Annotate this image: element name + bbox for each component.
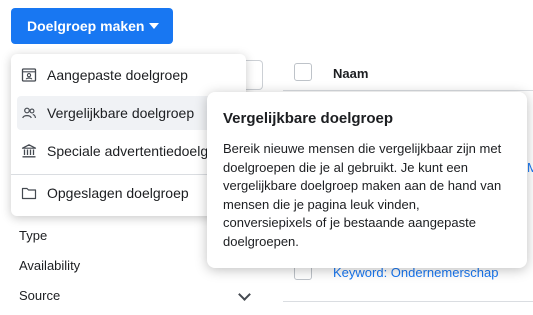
menu-item-custom-audience[interactable]: Aangepaste doelgroep: [11, 58, 246, 92]
institution-icon: [21, 144, 37, 158]
filter-source[interactable]: Source: [19, 288, 60, 303]
table-header-divider: [283, 90, 533, 91]
tooltip-body: Bereik nieuwe mensen die vergelijkbaar z…: [223, 141, 502, 249]
filter-availability[interactable]: Availability: [19, 258, 80, 273]
custom-audience-icon: [21, 68, 37, 82]
select-all-checkbox[interactable]: [294, 63, 312, 81]
people-icon: [22, 107, 36, 119]
menu-item-label: Vergelijkbare doelgroep: [47, 105, 195, 121]
chevron-down-icon[interactable]: [238, 288, 251, 301]
menu-item-label: Aangepaste doelgroep: [47, 67, 188, 83]
caret-down-icon: [149, 23, 159, 29]
create-audience-label: Doelgroep maken: [27, 18, 145, 34]
table-row-link-partial[interactable]: M: [527, 160, 533, 175]
filter-input-edge[interactable]: [244, 60, 263, 90]
table-row-divider: [283, 301, 533, 302]
folder-icon: [21, 187, 37, 200]
menu-item-label: Opgeslagen doelgroep: [47, 185, 189, 201]
filter-type[interactable]: Type: [19, 228, 47, 243]
create-audience-button[interactable]: Doelgroep maken: [11, 8, 173, 44]
column-header-name[interactable]: Naam: [333, 66, 368, 81]
tooltip-title: Vergelijkbare doelgroep: [223, 110, 394, 127]
lookalike-tooltip: Vergelijkbare doelgroep Bereik nieuwe me…: [207, 92, 527, 268]
